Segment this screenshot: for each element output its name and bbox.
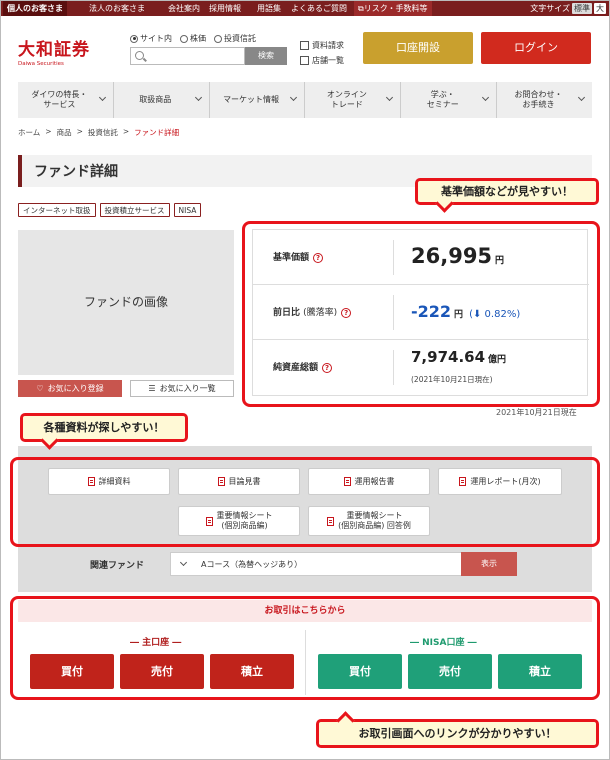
breadcrumb-sep: > bbox=[76, 127, 83, 136]
nav-learn-label: 学ぶ・ セミナー bbox=[426, 90, 459, 109]
text-size-standard[interactable]: 標準 bbox=[572, 3, 592, 14]
open-account-button[interactable]: 口座開設 bbox=[363, 32, 473, 64]
related-fund-selected: Aコース（為替ヘッジあり） bbox=[201, 560, 303, 569]
breadcrumb-sep: > bbox=[122, 127, 130, 136]
nav-contact-label: お問合わせ・ お手続き bbox=[514, 90, 563, 109]
fund-image-placeholder: ファンドの画像 bbox=[18, 230, 234, 375]
nav-online-trade-label: オンライン トレード bbox=[326, 90, 367, 109]
breadcrumb-sep: > bbox=[45, 127, 52, 136]
fund-image-label: ファンドの画像 bbox=[83, 295, 168, 309]
text-size-large[interactable]: 大 bbox=[594, 3, 606, 14]
global-nav: ダイワの特長・ サービス 取扱商品 マーケット情報 オンライン トレード 学ぶ・… bbox=[18, 82, 592, 118]
tag-nisa: NISA bbox=[173, 203, 202, 217]
chevron-down-icon bbox=[577, 93, 586, 102]
breadcrumb-funds[interactable]: 投資信託 bbox=[88, 127, 118, 138]
scope-fund[interactable]: 投資信託 bbox=[214, 33, 256, 44]
header-links: 資料請求 店舗一覧 bbox=[300, 38, 344, 68]
store-icon bbox=[300, 56, 309, 65]
request-docs-label: 資料請求 bbox=[312, 41, 344, 50]
utility-bar: 個人のお客さま 法人のお客さま 会社案内 採用情報 用語集 よくあるご質問 ⧉リ… bbox=[1, 1, 609, 16]
nav-products[interactable]: 取扱商品 bbox=[114, 82, 210, 118]
radio-icon bbox=[180, 34, 188, 43]
util-risk-label: リスク・手数料等 bbox=[363, 4, 428, 13]
nav-features[interactable]: ダイワの特長・ サービス bbox=[18, 82, 114, 118]
branch-list-link[interactable]: 店舗一覧 bbox=[300, 53, 344, 68]
search-input[interactable] bbox=[148, 49, 243, 63]
util-risk-fees[interactable]: ⧉リスク・手数料等 bbox=[354, 1, 432, 16]
logo-subtext: Daiwa Securities bbox=[18, 61, 64, 67]
nav-market[interactable]: マーケット情報 bbox=[210, 82, 306, 118]
util-individual[interactable]: 個人のお客さま bbox=[3, 1, 67, 16]
logo[interactable]: 大和証券 Daiwa Securities bbox=[18, 35, 106, 67]
show-button[interactable]: 表示 bbox=[461, 552, 517, 576]
text-size-label: 文字サイズ bbox=[530, 4, 570, 13]
scope-stock[interactable]: 株価 bbox=[180, 33, 206, 44]
breadcrumb-current: ファンド詳細 bbox=[134, 128, 180, 137]
branch-list-label: 店舗一覧 bbox=[312, 56, 344, 65]
breadcrumb-home[interactable]: ホーム bbox=[18, 127, 40, 138]
nav-products-label: 取扱商品 bbox=[139, 95, 172, 104]
chevron-down-icon bbox=[290, 93, 298, 102]
chevron-down-icon bbox=[482, 93, 490, 102]
login-button[interactable]: ログイン bbox=[481, 32, 591, 64]
breadcrumb: ホーム > 商品 > 投資信託 > ファンド詳細 bbox=[18, 127, 179, 138]
util-glossary[interactable]: 用語集 bbox=[253, 1, 285, 16]
scope-site[interactable]: サイト内 bbox=[130, 33, 172, 44]
scope-stock-label: 株価 bbox=[190, 34, 206, 43]
logo-text: 大和証券 bbox=[18, 40, 90, 60]
related-fund-select[interactable]: Aコース（為替ヘッジあり） bbox=[170, 552, 462, 576]
search-scope-radios: サイト内 株価 投資信託 bbox=[130, 33, 256, 44]
util-recruit[interactable]: 採用情報 bbox=[205, 1, 245, 16]
trade-callout: お取引画面へのリンクが分かりやすい！ bbox=[316, 719, 599, 748]
price-callout: 基準価額などが見やすい！ bbox=[415, 178, 599, 205]
page-title: ファンド詳細 bbox=[34, 164, 118, 180]
breadcrumb-products[interactable]: 商品 bbox=[57, 127, 72, 138]
list-icon: ☰ bbox=[148, 384, 156, 393]
search-field bbox=[130, 47, 245, 65]
nav-online-trade[interactable]: オンライン トレード bbox=[305, 82, 402, 118]
nav-contact[interactable]: お問合わせ・ お手続き bbox=[497, 82, 592, 118]
fund-tags: インターネット取扱 投資積立サービス NISA bbox=[18, 203, 202, 217]
chevron-down-icon bbox=[98, 93, 106, 102]
tag-savings: 投資積立サービス bbox=[99, 203, 170, 217]
scope-site-label: サイト内 bbox=[140, 34, 172, 43]
radio-icon bbox=[214, 34, 222, 43]
docs-callout: 各種資料が探しやすい！ bbox=[20, 413, 188, 442]
document-icon bbox=[300, 41, 309, 50]
heart-icon: ♡ bbox=[36, 384, 44, 393]
related-fund-label: 関連ファンド bbox=[90, 561, 145, 571]
add-favorite-label: お気に入り登録 bbox=[47, 384, 104, 393]
tag-internet: インターネット取扱 bbox=[18, 203, 96, 217]
add-favorite-button[interactable]: ♡ お気に入り登録 bbox=[18, 380, 122, 397]
favorite-list-label: お気に入り一覧 bbox=[159, 384, 216, 393]
search-button[interactable]: 検索 bbox=[245, 47, 287, 65]
text-size-control: 文字サイズ 標準 大 bbox=[530, 3, 606, 14]
util-company[interactable]: 会社案内 bbox=[164, 1, 204, 16]
nav-features-label: ダイワの特長・ サービス bbox=[31, 90, 88, 109]
docs-highlight-frame bbox=[10, 457, 600, 547]
favorite-list-button[interactable]: ☰ お気に入り一覧 bbox=[130, 380, 234, 397]
search-icon bbox=[135, 51, 144, 60]
request-docs-link[interactable]: 資料請求 bbox=[300, 38, 344, 53]
chevron-down-icon bbox=[386, 93, 394, 102]
nav-learn[interactable]: 学ぶ・ セミナー bbox=[401, 82, 498, 118]
trade-highlight-frame bbox=[10, 596, 600, 700]
util-corporate[interactable]: 法人のお客さま bbox=[85, 1, 149, 16]
price-highlight-frame bbox=[242, 221, 600, 407]
radio-selected-icon bbox=[130, 34, 138, 43]
asof-date: 2021年10月21日現在 bbox=[496, 408, 577, 417]
util-faq[interactable]: よくあるご質問 bbox=[287, 1, 351, 16]
chevron-down-icon bbox=[179, 558, 188, 567]
nav-market-label: マーケット情報 bbox=[223, 95, 280, 104]
scope-fund-label: 投資信託 bbox=[224, 34, 256, 43]
chevron-down-icon bbox=[194, 93, 202, 102]
